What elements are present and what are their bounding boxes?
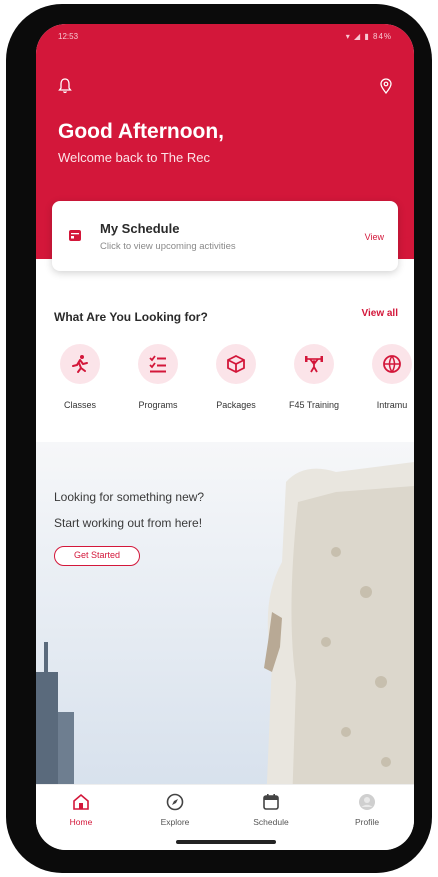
box-icon xyxy=(227,354,245,374)
promo-line-1: Looking for something new? xyxy=(54,490,205,504)
schedule-subtitle: Click to view upcoming activities xyxy=(100,241,236,252)
calendar-icon xyxy=(263,794,279,810)
list-icon xyxy=(149,355,166,373)
category-label: Packages xyxy=(216,400,256,410)
phone-frame: 12:53 ▾ ◢ ▮ 84% Good Afternoon, Welcome … xyxy=(6,4,432,873)
view-all-link[interactable]: View all xyxy=(361,308,398,319)
category-icon-bg xyxy=(138,344,178,384)
status-bar: 12:53 ▾ ◢ ▮ 84% xyxy=(36,24,414,48)
schedule-view-link[interactable]: View xyxy=(365,232,384,242)
schedule-title: My Schedule xyxy=(100,221,180,236)
category-label: Intramu xyxy=(376,400,408,410)
section-title: What Are You Looking for? xyxy=(54,310,208,324)
calendar-icon xyxy=(69,230,81,241)
greeting-title: Good Afternoon, xyxy=(58,120,225,143)
status-time: 12:53 xyxy=(58,32,79,41)
category-icon-bg xyxy=(294,344,334,384)
tab-label: Home xyxy=(69,817,93,827)
category-intramurals[interactable]: Intramu xyxy=(354,344,414,434)
category-icon-bg xyxy=(216,344,256,384)
category-programs[interactable]: Programs xyxy=(120,344,196,434)
ball-icon xyxy=(383,355,401,373)
promo-banner: Looking for something new? Start working… xyxy=(36,442,414,806)
status-icons: ▾ ◢ ▮ 84% xyxy=(345,32,392,41)
home-indicator xyxy=(176,840,276,844)
tab-profile[interactable]: Profile xyxy=(332,793,402,833)
tab-label: Explore xyxy=(160,817,190,827)
promo-line-2: Start working out from here! xyxy=(54,516,203,530)
welcome-subtitle: Welcome back to The Rec xyxy=(58,150,210,165)
compass-icon xyxy=(166,793,184,811)
tab-label: Schedule xyxy=(253,817,289,827)
category-classes[interactable]: Classes xyxy=(42,344,118,434)
category-icon-bg xyxy=(60,344,100,384)
category-f45-training[interactable]: F45 Training xyxy=(276,344,352,434)
category-label: Classes xyxy=(63,400,96,410)
my-schedule-card[interactable]: My Schedule Click to view upcoming activ… xyxy=(52,201,398,271)
tab-home[interactable]: Home xyxy=(46,793,116,833)
tab-explore[interactable]: Explore xyxy=(140,793,210,833)
weightlifter-icon xyxy=(305,356,323,373)
app-screen: 12:53 ▾ ◢ ▮ 84% Good Afternoon, Welcome … xyxy=(36,24,414,850)
home-icon xyxy=(73,793,89,810)
category-icon-bg xyxy=(372,344,412,384)
category-packages[interactable]: Packages xyxy=(198,344,274,434)
category-label: F45 Training xyxy=(288,400,340,410)
tab-schedule[interactable]: Schedule xyxy=(236,793,306,833)
get-started-button[interactable]: Get Started xyxy=(54,546,140,566)
category-label: Programs xyxy=(138,400,178,410)
tab-label: Profile xyxy=(354,817,380,827)
avatar-icon xyxy=(359,794,375,810)
location-pin-icon[interactable] xyxy=(380,78,392,94)
category-carousel[interactable]: Classes Programs Packages F45 Training I… xyxy=(36,344,414,434)
runner-icon xyxy=(72,355,88,373)
bell-icon[interactable] xyxy=(58,78,72,94)
